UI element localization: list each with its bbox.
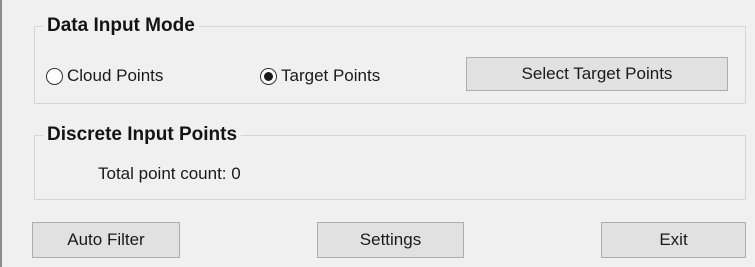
total-point-count: Total point count: 0	[98, 164, 241, 183]
auto-filter-button[interactable]: Auto Filter	[32, 222, 180, 258]
window-left-edge	[0, 0, 2, 267]
data-input-mode-title: Data Input Mode	[47, 15, 195, 36]
discrete-input-points-group: Discrete Input Points	[34, 125, 746, 200]
target-points-radio-label: Target Points	[281, 66, 381, 85]
cloud-points-radio[interactable]: Cloud Points	[46, 66, 163, 86]
settings-button[interactable]: Settings	[317, 222, 464, 258]
select-target-points-button[interactable]: Select Target Points	[466, 57, 728, 91]
cloud-points-radio-label: Cloud Points	[67, 66, 164, 85]
cloud-points-radio-circle[interactable]	[46, 67, 63, 85]
discrete-input-points-title: Discrete Input Points	[47, 124, 238, 145]
target-points-radio[interactable]: Target Points	[260, 66, 380, 86]
target-points-radio-circle[interactable]	[260, 67, 277, 85]
exit-button[interactable]: Exit	[601, 222, 746, 258]
